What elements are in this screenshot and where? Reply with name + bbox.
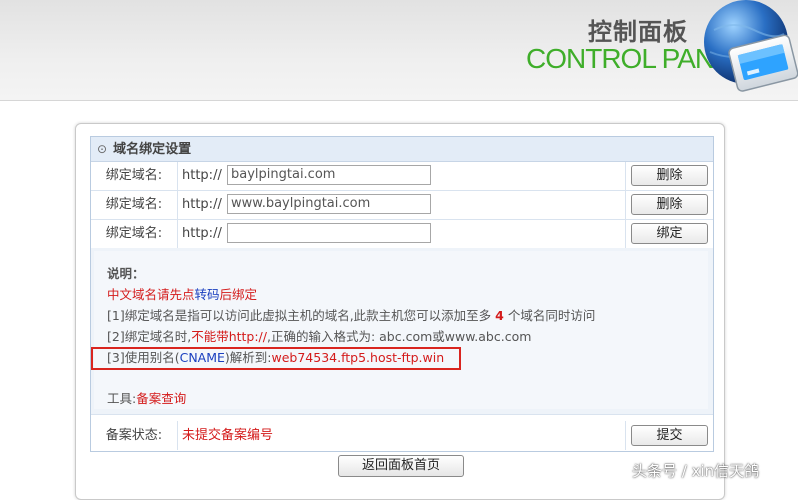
domain-input-2[interactable]	[227, 194, 431, 214]
notes-panel: 说明： 中文域名请先点转码后绑定 [1]绑定域名是指可以访问此虚拟主机的域名,此…	[91, 248, 713, 415]
http-prefix: http://	[182, 226, 222, 241]
main-panel: ⊙ 域名绑定设置 绑定域名: http:// 删除 绑定域名: http:// 删…	[75, 123, 725, 500]
notes-text: ,正确的输入格式为: abc.com或www.abc.com	[266, 329, 532, 344]
notes-line-cn: 中文域名请先点转码后绑定	[107, 284, 257, 303]
domain-label: 绑定域名:	[91, 162, 178, 190]
notes-text: [1]绑定域名是指可以访问此虚拟主机的域名,此款主机您可以添加至多	[107, 308, 496, 323]
circle-dot-icon: ⊙	[97, 142, 108, 156]
domain-label: 绑定域名:	[91, 220, 178, 248]
notes-tools: 工具:备案查询	[107, 388, 186, 407]
record-status-label: 备案状态:	[91, 421, 178, 450]
header-banner: 控制面板 CONTROL PANEL	[0, 0, 798, 101]
max-domain-count: 4	[495, 308, 504, 323]
notes-text: 个域名同时访问	[503, 308, 596, 323]
brand-title-cn: 控制面板	[588, 18, 688, 46]
domain-label: 绑定域名:	[91, 191, 178, 219]
record-status-value: 未提交备案编号	[182, 428, 274, 443]
section-header[interactable]: ⊙ 域名绑定设置	[91, 137, 713, 162]
notes-heading: 说明：	[107, 266, 145, 281]
domain-row: 绑定域名: http:// 绑定	[91, 220, 713, 249]
highlight-box	[91, 347, 461, 370]
submit-button[interactable]: 提交	[631, 425, 708, 446]
delete-button[interactable]: 删除	[631, 194, 708, 215]
bind-button[interactable]: 绑定	[631, 223, 708, 244]
notes-text: 后绑定	[219, 287, 258, 302]
globe-monitor-icon	[704, 0, 798, 92]
domain-input-1[interactable]	[227, 165, 431, 185]
http-prefix: http://	[182, 197, 222, 212]
section-title: 域名绑定设置	[113, 142, 192, 157]
transcode-link[interactable]: 转码	[195, 287, 220, 302]
domain-input-new[interactable]	[227, 223, 431, 243]
back-to-panel-button[interactable]: 返回面板首页	[338, 455, 464, 477]
http-prefix: http://	[182, 168, 222, 183]
record-status-row: 备案状态: 未提交备案编号 提交	[91, 421, 713, 450]
tools-label: 工具:	[107, 391, 137, 406]
notes-text: [2]绑定域名时,	[107, 329, 192, 344]
watermark: 头条号 / xin信天鸽	[632, 462, 760, 480]
delete-button[interactable]: 删除	[631, 165, 708, 186]
domain-row: 绑定域名: http:// 删除	[91, 162, 713, 191]
notes-line-2: [2]绑定域名时,不能带http://,正确的输入格式为: abc.com或ww…	[107, 326, 531, 345]
record-query-link[interactable]: 备案查询	[136, 391, 186, 406]
warning-text: 不能带http://	[191, 329, 267, 344]
domain-binding-section: ⊙ 域名绑定设置 绑定域名: http:// 删除 绑定域名: http:// 删…	[90, 136, 714, 452]
notes-line-1: [1]绑定域名是指可以访问此虚拟主机的域名,此款主机您可以添加至多 4 个域名同…	[107, 305, 595, 324]
domain-row: 绑定域名: http:// 删除	[91, 191, 713, 220]
notes-text: 中文域名请先点	[107, 287, 195, 302]
